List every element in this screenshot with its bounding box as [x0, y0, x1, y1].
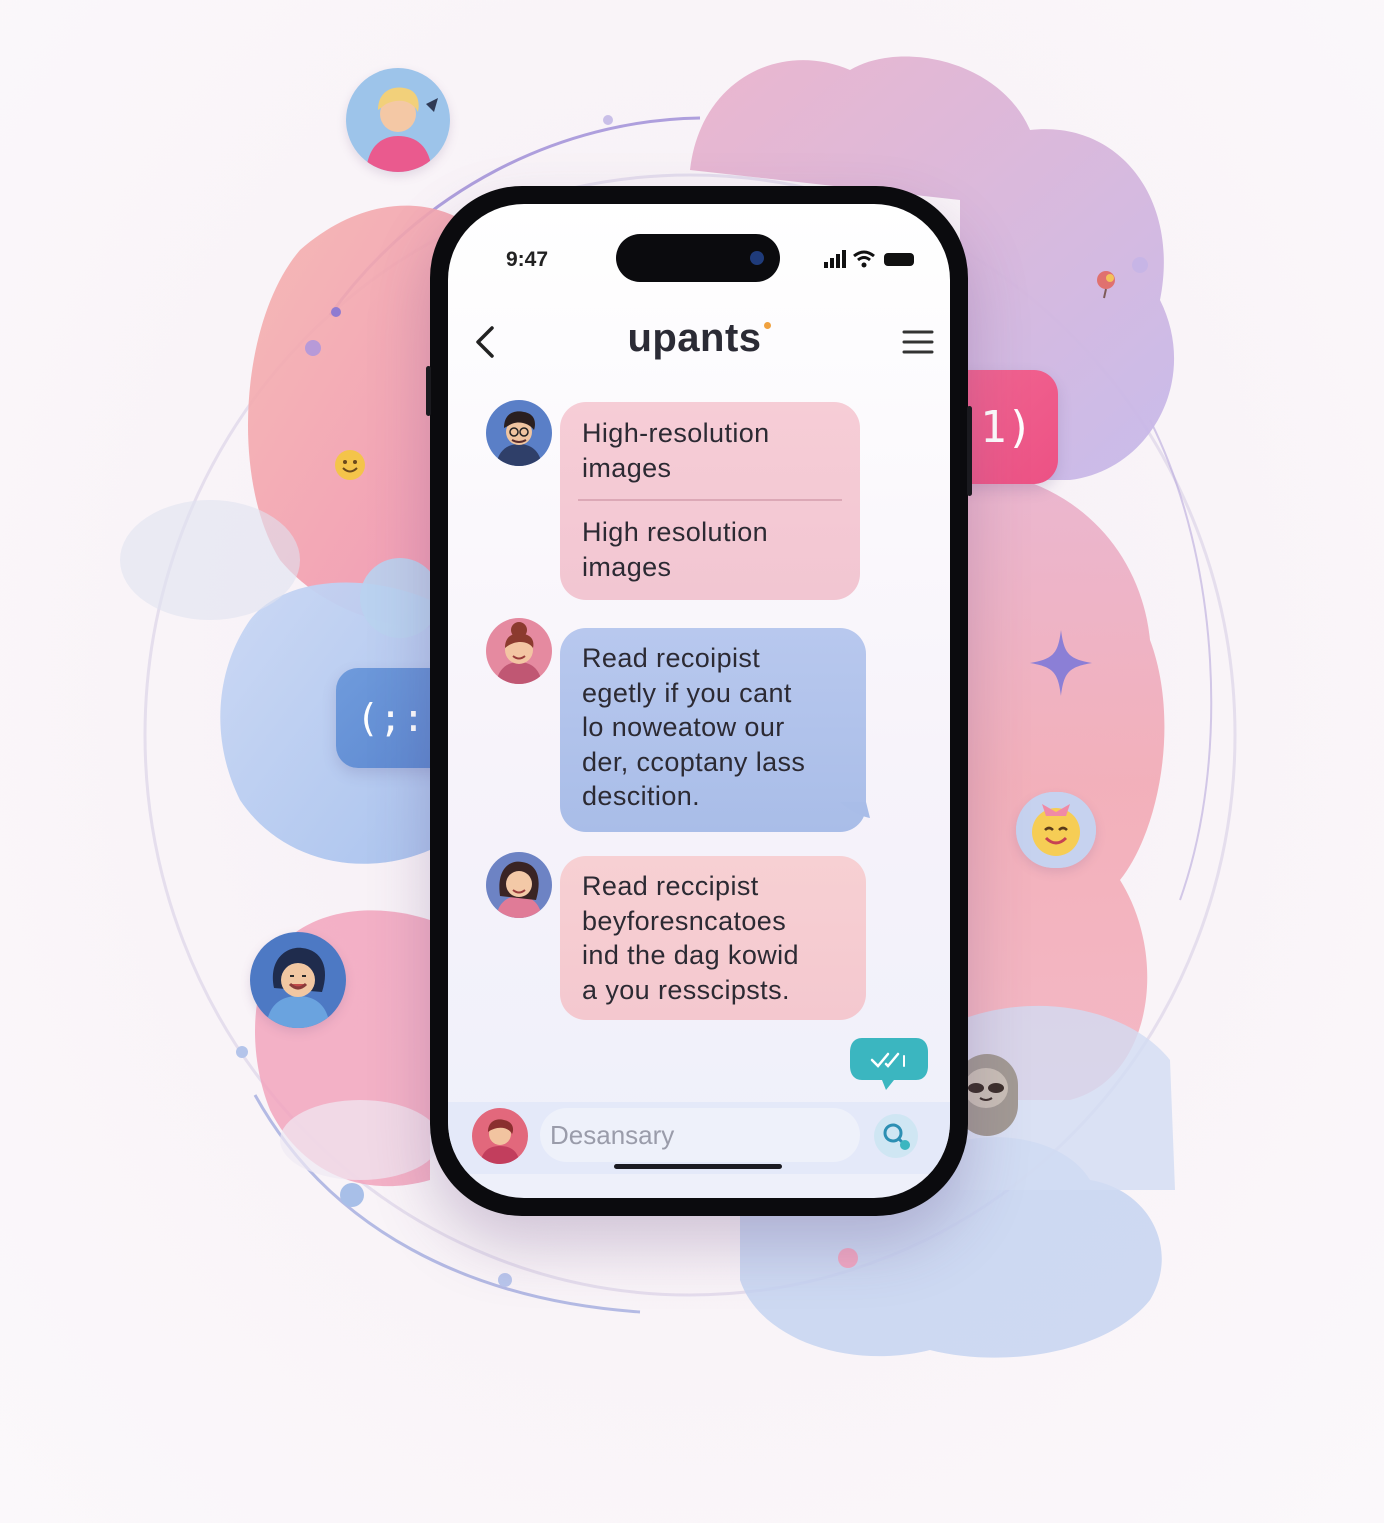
hamburger-menu-icon[interactable]	[900, 322, 936, 362]
message-line: Read reccipist	[582, 871, 759, 901]
message-line: beyforesncatoes	[582, 905, 787, 936]
status-time: 9:47	[506, 248, 549, 271]
message-line: descition.	[582, 781, 701, 811]
woman-with-bun-avatar[interactable]	[486, 618, 552, 684]
small-balloon-icon	[1097, 271, 1115, 299]
message-line: a you resscipsts.	[582, 974, 790, 1005]
message-line: ind the dag kowid	[582, 940, 799, 970]
woman-blonde-avatar	[346, 68, 450, 172]
battery-icon	[884, 253, 914, 266]
message-part: High-resolution images	[582, 402, 838, 485]
phone-power-button	[967, 406, 972, 496]
search-chat-icon[interactable]	[872, 1112, 920, 1160]
message-bubble-2[interactable]: Read recoipist egetly if you cant lo now…	[560, 628, 866, 832]
laughing-woman-avatar	[250, 932, 346, 1028]
camera-icon	[750, 251, 764, 265]
phone-side-button	[426, 366, 431, 416]
wifi-icon	[853, 250, 875, 268]
bubble-tail	[840, 802, 870, 818]
message-line: egetly if you cant	[582, 677, 792, 708]
message-input[interactable]	[540, 1108, 860, 1162]
user-avatar[interactable]	[472, 1108, 528, 1164]
man-with-glasses-avatar[interactable]	[486, 400, 552, 466]
message-line: der, ccoptany lass	[582, 746, 806, 777]
message-line: High-resolution	[582, 418, 770, 448]
home-indicator	[614, 1164, 782, 1169]
app-header: upants	[448, 304, 950, 384]
message-line: Read recoipist	[582, 643, 761, 673]
status-icons	[824, 250, 914, 268]
four-point-star-icon	[1030, 630, 1092, 696]
message-line: images	[582, 452, 672, 483]
app-title-text: upants	[627, 316, 762, 360]
message-bubble-3[interactable]: Read reccipist beyforesncatoes ind the d…	[560, 856, 866, 1020]
message-part: High resolution images	[582, 501, 838, 584]
message-line: images	[582, 551, 672, 582]
message-line: High resolution	[582, 517, 769, 547]
dynamic-island	[616, 234, 780, 282]
app-title: upants	[448, 316, 950, 361]
double-check-icon	[850, 1038, 928, 1090]
phone-screen: 9:47 upants High-resolution images High …	[448, 204, 950, 1198]
woman-dark-hair-avatar[interactable]	[486, 852, 552, 918]
message-bubble-1[interactable]: High-resolution images High resolution i…	[560, 402, 860, 600]
smiling-emoji-avatar	[1016, 792, 1096, 868]
signal-icon	[824, 250, 846, 268]
small-emoji-icon	[335, 450, 365, 480]
message-line: lo noweatow our	[582, 712, 785, 742]
phone-frame: 9:47 upants High-resolution images High …	[426, 186, 972, 1216]
title-dot	[763, 322, 771, 329]
